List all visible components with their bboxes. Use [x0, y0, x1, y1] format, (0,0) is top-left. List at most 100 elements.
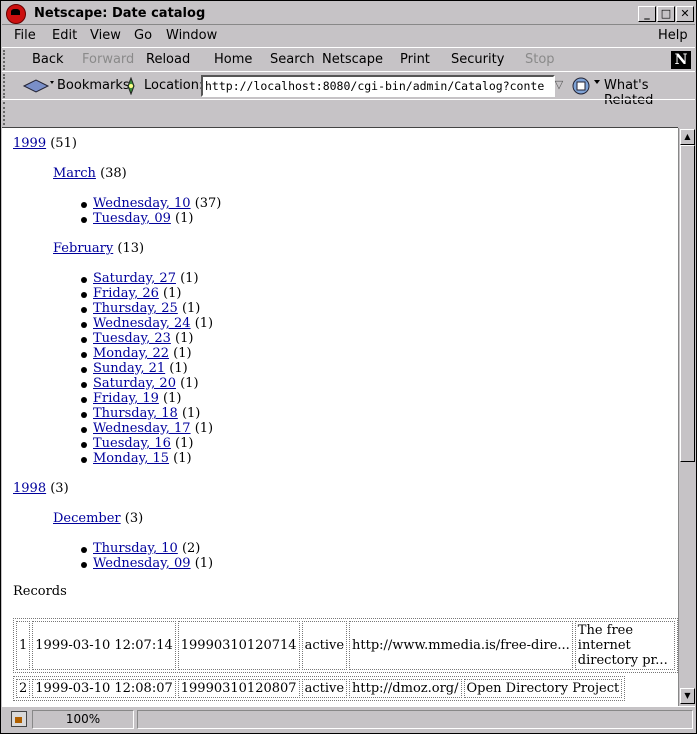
month-link[interactable]: February [53, 241, 113, 256]
bookmarks-button[interactable]: Bookmarks [57, 78, 130, 93]
record-url[interactable]: http://www.mmedia.is/free-dire... [349, 621, 573, 670]
netscape-button[interactable]: Netscape [322, 52, 383, 67]
print-button[interactable]: Print [400, 52, 430, 67]
list-bullet [81, 457, 87, 463]
day-entry: Wednesday, 17 (1) [93, 421, 213, 436]
record-timestamp: 1999-03-10 12:08:07 [32, 679, 176, 698]
forward-button[interactable]: Forward [82, 52, 134, 67]
day-link[interactable]: Tuesday, 23 [93, 331, 171, 346]
navigation-toolbar: Back Forward Reload Home Search Netscape… [2, 47, 695, 72]
day-entry: Saturday, 27 (1) [93, 271, 199, 286]
day-count: (1) [169, 346, 192, 361]
day-entry: Thursday, 18 (1) [93, 406, 200, 421]
menu-help[interactable]: Help [658, 28, 688, 43]
day-count: (1) [170, 211, 194, 226]
day-count: (1) [190, 556, 214, 571]
list-bullet [81, 427, 87, 433]
table-row: 1 1999-03-10 12:07:14 19990310120714 active… [16, 621, 675, 670]
day-entry: Friday, 26 (1) [93, 286, 181, 301]
day-link[interactable]: Monday, 15 [93, 451, 169, 466]
day-link[interactable]: Wednesday, 10 [93, 196, 191, 211]
day-link[interactable]: Tuesday, 09 [93, 211, 171, 226]
scroll-thumb[interactable] [680, 145, 695, 462]
day-link[interactable]: Friday, 19 [93, 391, 159, 406]
list-bullet [81, 352, 87, 358]
day-link[interactable]: Friday, 26 [93, 286, 159, 301]
records-heading: Records [13, 584, 67, 599]
browser-window: Netscape: Date catalog _ □ ✕ File Edit V… [0, 0, 697, 734]
security-button[interactable]: Security [451, 52, 504, 67]
day-link[interactable]: Saturday, 27 [93, 271, 176, 286]
record-title: Open Directory Project [463, 679, 623, 698]
list-bullet [81, 412, 87, 418]
status-message [137, 710, 693, 729]
record-table: 1 1999-03-10 12:07:14 19990310120714 active… [13, 618, 678, 673]
stop-button[interactable]: Stop [525, 52, 555, 67]
close-button[interactable]: ✕ [676, 6, 694, 22]
year-entry: 1998 (3) [13, 481, 69, 496]
record-id: 19990310120714 [177, 621, 300, 670]
whats-related-icon[interactable] [571, 76, 601, 96]
scroll-down-icon[interactable]: ▼ [680, 688, 695, 704]
list-bullet [81, 217, 87, 223]
page-content: 1999 (51) March (38) Wednesday, 10 (37) Tue… [2, 127, 678, 707]
maximize-button[interactable]: □ [657, 6, 675, 22]
day-count: (1) [170, 436, 194, 451]
day-link[interactable]: Tuesday, 16 [93, 436, 171, 451]
vertical-scrollbar[interactable]: ▲ ▼ [678, 128, 695, 706]
day-link[interactable]: Wednesday, 17 [93, 421, 191, 436]
record-title: The free internet directory pr... [574, 621, 675, 670]
menu-window[interactable]: Window [166, 28, 217, 43]
menu-edit[interactable]: Edit [52, 28, 77, 43]
list-bullet [81, 337, 87, 343]
day-count: (1) [165, 361, 188, 376]
day-entry: Sunday, 21 (1) [93, 361, 188, 376]
home-button[interactable]: Home [214, 52, 252, 67]
day-link[interactable]: Thursday, 18 [93, 406, 178, 421]
month-link[interactable]: March [53, 166, 96, 181]
back-button[interactable]: Back [32, 52, 64, 67]
netscape-n-icon[interactable]: N [671, 51, 691, 69]
day-count: (37) [190, 196, 222, 211]
minimize-button[interactable]: _ [638, 6, 656, 22]
search-button[interactable]: Search [270, 52, 315, 67]
title-bar: Netscape: Date catalog _ □ ✕ [2, 2, 695, 25]
list-bullet [81, 202, 87, 208]
record-timestamp: 1999-03-10 12:07:14 [32, 621, 176, 670]
year-link[interactable]: 1998 [13, 481, 46, 496]
reload-button[interactable]: Reload [146, 52, 190, 67]
day-entry: Thursday, 10 (2) [93, 541, 200, 556]
menu-file[interactable]: File [14, 28, 36, 43]
toolbar-grip[interactable] [3, 50, 11, 70]
month-link[interactable]: December [53, 511, 121, 526]
menu-go[interactable]: Go [134, 28, 152, 43]
bookmarks-icon[interactable] [22, 77, 54, 95]
year-link[interactable]: 1999 [13, 136, 46, 151]
month-count: (3) [120, 511, 144, 526]
day-link[interactable]: Monday, 22 [93, 346, 169, 361]
year-entry: 1999 (51) [13, 136, 77, 151]
day-link[interactable]: Sunday, 21 [93, 361, 165, 376]
url-dropdown-icon[interactable]: ▽ [552, 76, 566, 94]
record-id: 19990310120807 [177, 679, 300, 698]
security-lock-icon[interactable] [11, 711, 27, 727]
location-drag-icon[interactable] [123, 77, 139, 95]
day-link[interactable]: Thursday, 25 [93, 301, 178, 316]
location-grip[interactable] [3, 74, 11, 98]
day-link[interactable]: Thursday, 10 [93, 541, 178, 556]
url-input[interactable]: http://localhost:8080/cgi-bin/admin/Cata… [201, 75, 555, 97]
scroll-up-icon[interactable]: ▲ [680, 129, 695, 145]
record-url[interactable]: http://dmoz.org/ [349, 679, 462, 698]
personal-toolbar [2, 99, 695, 127]
personal-grip[interactable] [3, 102, 11, 125]
menu-view[interactable]: View [90, 28, 121, 43]
location-toolbar: Bookmarks Location: http://localhost:808… [2, 71, 695, 108]
day-entry: Wednesday, 09 (1) [93, 556, 213, 571]
redhat-logo-icon[interactable] [6, 4, 26, 24]
month-entry: February (13) [53, 241, 144, 256]
day-link[interactable]: Wednesday, 24 [93, 316, 191, 331]
day-count: (1) [158, 391, 182, 406]
day-link[interactable]: Wednesday, 09 [93, 556, 191, 571]
day-count: (1) [177, 301, 201, 316]
day-link[interactable]: Saturday, 20 [93, 376, 176, 391]
